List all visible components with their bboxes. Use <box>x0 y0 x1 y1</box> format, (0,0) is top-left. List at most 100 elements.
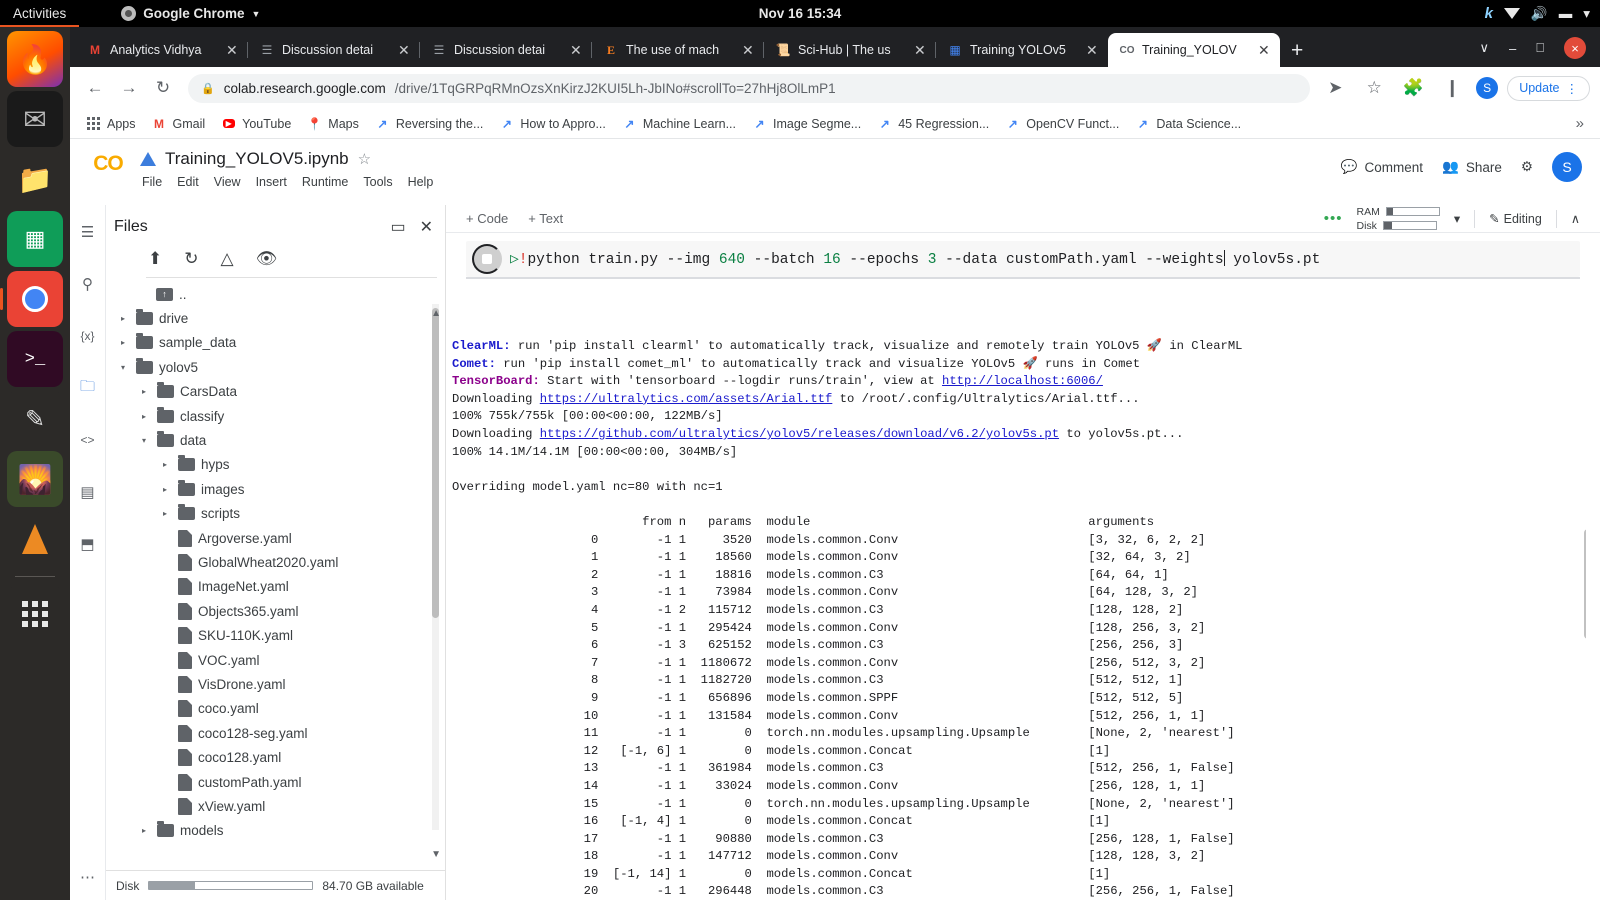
expand-twisty[interactable]: ▸ <box>116 338 130 347</box>
file-tree-item[interactable]: ▸ images <box>116 477 445 501</box>
settings-button[interactable]: ⚙ <box>1521 159 1533 175</box>
upload-button[interactable]: ⬆ <box>148 249 162 269</box>
chrome-menu-icon[interactable]: ⋮ <box>1566 81 1579 96</box>
bookmark-item[interactable]: 📍 Maps <box>301 113 365 134</box>
expand-twisty[interactable]: ▸ <box>158 460 172 469</box>
run-cell-button[interactable] <box>472 244 502 275</box>
add-text-cell-button[interactable]: + Text <box>528 211 563 226</box>
variables-icon[interactable]: {x} <box>75 323 101 349</box>
forward-button[interactable]: → <box>114 73 144 103</box>
file-tree-item[interactable]: ↑.. <box>116 282 445 306</box>
minimize-button[interactable]: – <box>1509 41 1516 56</box>
close-tab-icon[interactable]: ✕ <box>742 43 756 57</box>
bookmark-item[interactable]: ▶ YouTube <box>215 113 297 134</box>
toc-icon[interactable]: ☰ <box>75 219 101 245</box>
code-cell-text[interactable]: ▷!python train.py --img 640 --batch 16 -… <box>510 250 1320 268</box>
close-tab-icon[interactable]: ✕ <box>1258 43 1272 57</box>
browser-tab[interactable]: ▦ Training YOLOv5 ✕ <box>935 33 1108 67</box>
file-tree-item[interactable]: VOC.yaml <box>116 648 445 672</box>
close-window-button[interactable]: × <box>1564 37 1586 59</box>
close-tab-icon[interactable]: ✕ <box>398 43 412 57</box>
share-icon[interactable]: ➤ <box>1320 73 1350 103</box>
keyboard-layout-indicator[interactable]: k <box>1485 5 1493 22</box>
browser-tab[interactable]: M Analytics Vidhya ✕ <box>76 33 248 67</box>
collapse-toolbar-icon[interactable]: ∧ <box>1571 211 1580 226</box>
back-button[interactable]: ← <box>80 73 110 103</box>
dock-item-image-viewer[interactable]: 🌄 <box>7 451 63 507</box>
bookmark-item[interactable]: ↗ Reversing the... <box>369 113 490 134</box>
menu-item-edit[interactable]: Edit <box>177 175 199 189</box>
scroll-down-arrow[interactable]: ▼ <box>431 849 441 860</box>
menu-item-view[interactable]: View <box>214 175 241 189</box>
mount-drive-button[interactable]: △ <box>221 249 234 269</box>
file-tree-item[interactable]: Objects365.yaml <box>116 599 445 623</box>
menu-item-runtime[interactable]: Runtime <box>302 175 349 189</box>
expand-twisty[interactable]: ▾ <box>137 436 151 445</box>
bookmark-item[interactable]: ↗ 45 Regression... <box>871 113 995 134</box>
expand-twisty[interactable]: ▸ <box>137 826 151 835</box>
reload-button[interactable]: ↻ <box>148 73 178 103</box>
file-tree-item[interactable]: ▸ drive <box>116 306 445 330</box>
browser-tab[interactable]: ☰ Discussion detai ✕ <box>247 33 420 67</box>
add-code-cell-button[interactable]: + Code <box>466 211 508 226</box>
expand-twisty[interactable]: ▸ <box>137 387 151 396</box>
expand-twisty[interactable]: ▾ <box>116 363 130 372</box>
dock-item-files[interactable]: 📁 <box>7 151 63 207</box>
resources-indicator-dots[interactable]: ••• <box>1324 210 1343 227</box>
file-tree-item[interactable]: ▸ sample_data <box>116 331 445 355</box>
file-tree-item[interactable]: customPath.yaml <box>116 770 445 794</box>
new-tab-button[interactable]: + <box>1280 39 1314 67</box>
dock-item-vlc[interactable] <box>7 511 63 567</box>
code-snippets-icon[interactable]: <> <box>75 427 101 453</box>
maximize-button[interactable]: ⎕ <box>1536 40 1544 56</box>
bookmark-item[interactable]: ↗ Machine Learn... <box>616 113 742 134</box>
update-button[interactable]: Update ⋮ <box>1507 75 1590 101</box>
file-tree-item[interactable]: GlobalWheat2020.yaml <box>116 550 445 574</box>
current-app-menu[interactable]: Google Chrome ▼ <box>121 6 260 21</box>
expand-twisty[interactable]: ▸ <box>137 412 151 421</box>
menu-item-insert[interactable]: Insert <box>256 175 287 189</box>
search-icon[interactable]: ⚲ <box>75 271 101 297</box>
bookmark-item[interactable]: Apps <box>80 113 142 134</box>
file-tree-item[interactable]: ▸ classify <box>116 404 445 428</box>
dock-item-firefox[interactable]: 🔥 <box>7 31 63 87</box>
file-tree-item[interactable]: ▸ models <box>116 819 445 843</box>
dock-item-chrome[interactable] <box>0 271 63 327</box>
file-tree-scrollbar-thumb[interactable] <box>432 308 439 618</box>
bookmark-item[interactable]: ↗ Data Science... <box>1129 113 1247 134</box>
file-tree-item[interactable]: VisDrone.yaml <box>116 672 445 696</box>
expand-twisty[interactable]: ▸ <box>116 314 130 323</box>
bookmarks-overflow-button[interactable]: » <box>1576 115 1590 132</box>
file-tree-item[interactable]: coco128.yaml <box>116 745 445 769</box>
dock-item-libreoffice-calc[interactable]: ▦ <box>7 211 63 267</box>
chevron-down-icon[interactable]: ▾ <box>1583 6 1590 22</box>
scroll-up-arrow[interactable]: ▲ <box>431 308 441 319</box>
file-tree-item[interactable]: ▸ hyps <box>116 453 445 477</box>
bookmark-star-icon[interactable]: ☆ <box>1359 73 1389 103</box>
browser-tab[interactable]: CO Training_YOLOV ✕ <box>1108 33 1280 67</box>
file-tree-item[interactable]: ImageNet.yaml <box>116 575 445 599</box>
profile-avatar[interactable]: S <box>1476 77 1499 99</box>
file-tree-item[interactable]: xView.yaml <box>116 794 445 818</box>
tab-search-icon[interactable]: ∨ <box>1479 40 1489 56</box>
bookmark-item[interactable]: M Gmail <box>146 113 212 134</box>
open-new-window-button[interactable]: ▭ <box>390 217 405 237</box>
browser-tab[interactable]: 📜 Sci-Hub | The us ✕ <box>763 33 936 67</box>
menu-item-file[interactable]: File <box>142 175 162 189</box>
bookmark-item[interactable]: ↗ How to Appro... <box>493 113 611 134</box>
browser-tab[interactable]: E The use of mach ✕ <box>591 33 764 67</box>
file-tree-item[interactable]: SKU-110K.yaml <box>116 623 445 647</box>
address-bar[interactable]: 🔒 colab.research.google.com/drive/1TqGRP… <box>188 73 1311 103</box>
rail-more-button[interactable]: ⋯ <box>80 868 95 900</box>
file-tree-item[interactable]: Argoverse.yaml <box>116 526 445 550</box>
menu-item-tools[interactable]: Tools <box>363 175 392 189</box>
menu-item-help[interactable]: Help <box>408 175 434 189</box>
commands-icon[interactable]: ▤ <box>75 479 101 505</box>
expand-twisty[interactable]: ▸ <box>158 509 172 518</box>
activities-button[interactable]: Activities <box>0 0 80 27</box>
page-title[interactable]: Training_YOLOV5.ipynb <box>165 149 349 169</box>
expand-twisty[interactable]: ▸ <box>158 485 172 494</box>
file-tree-item[interactable]: ▾ data <box>116 428 445 452</box>
close-pane-button[interactable]: ✕ <box>420 217 433 237</box>
colab-logo[interactable]: CO <box>82 149 134 179</box>
